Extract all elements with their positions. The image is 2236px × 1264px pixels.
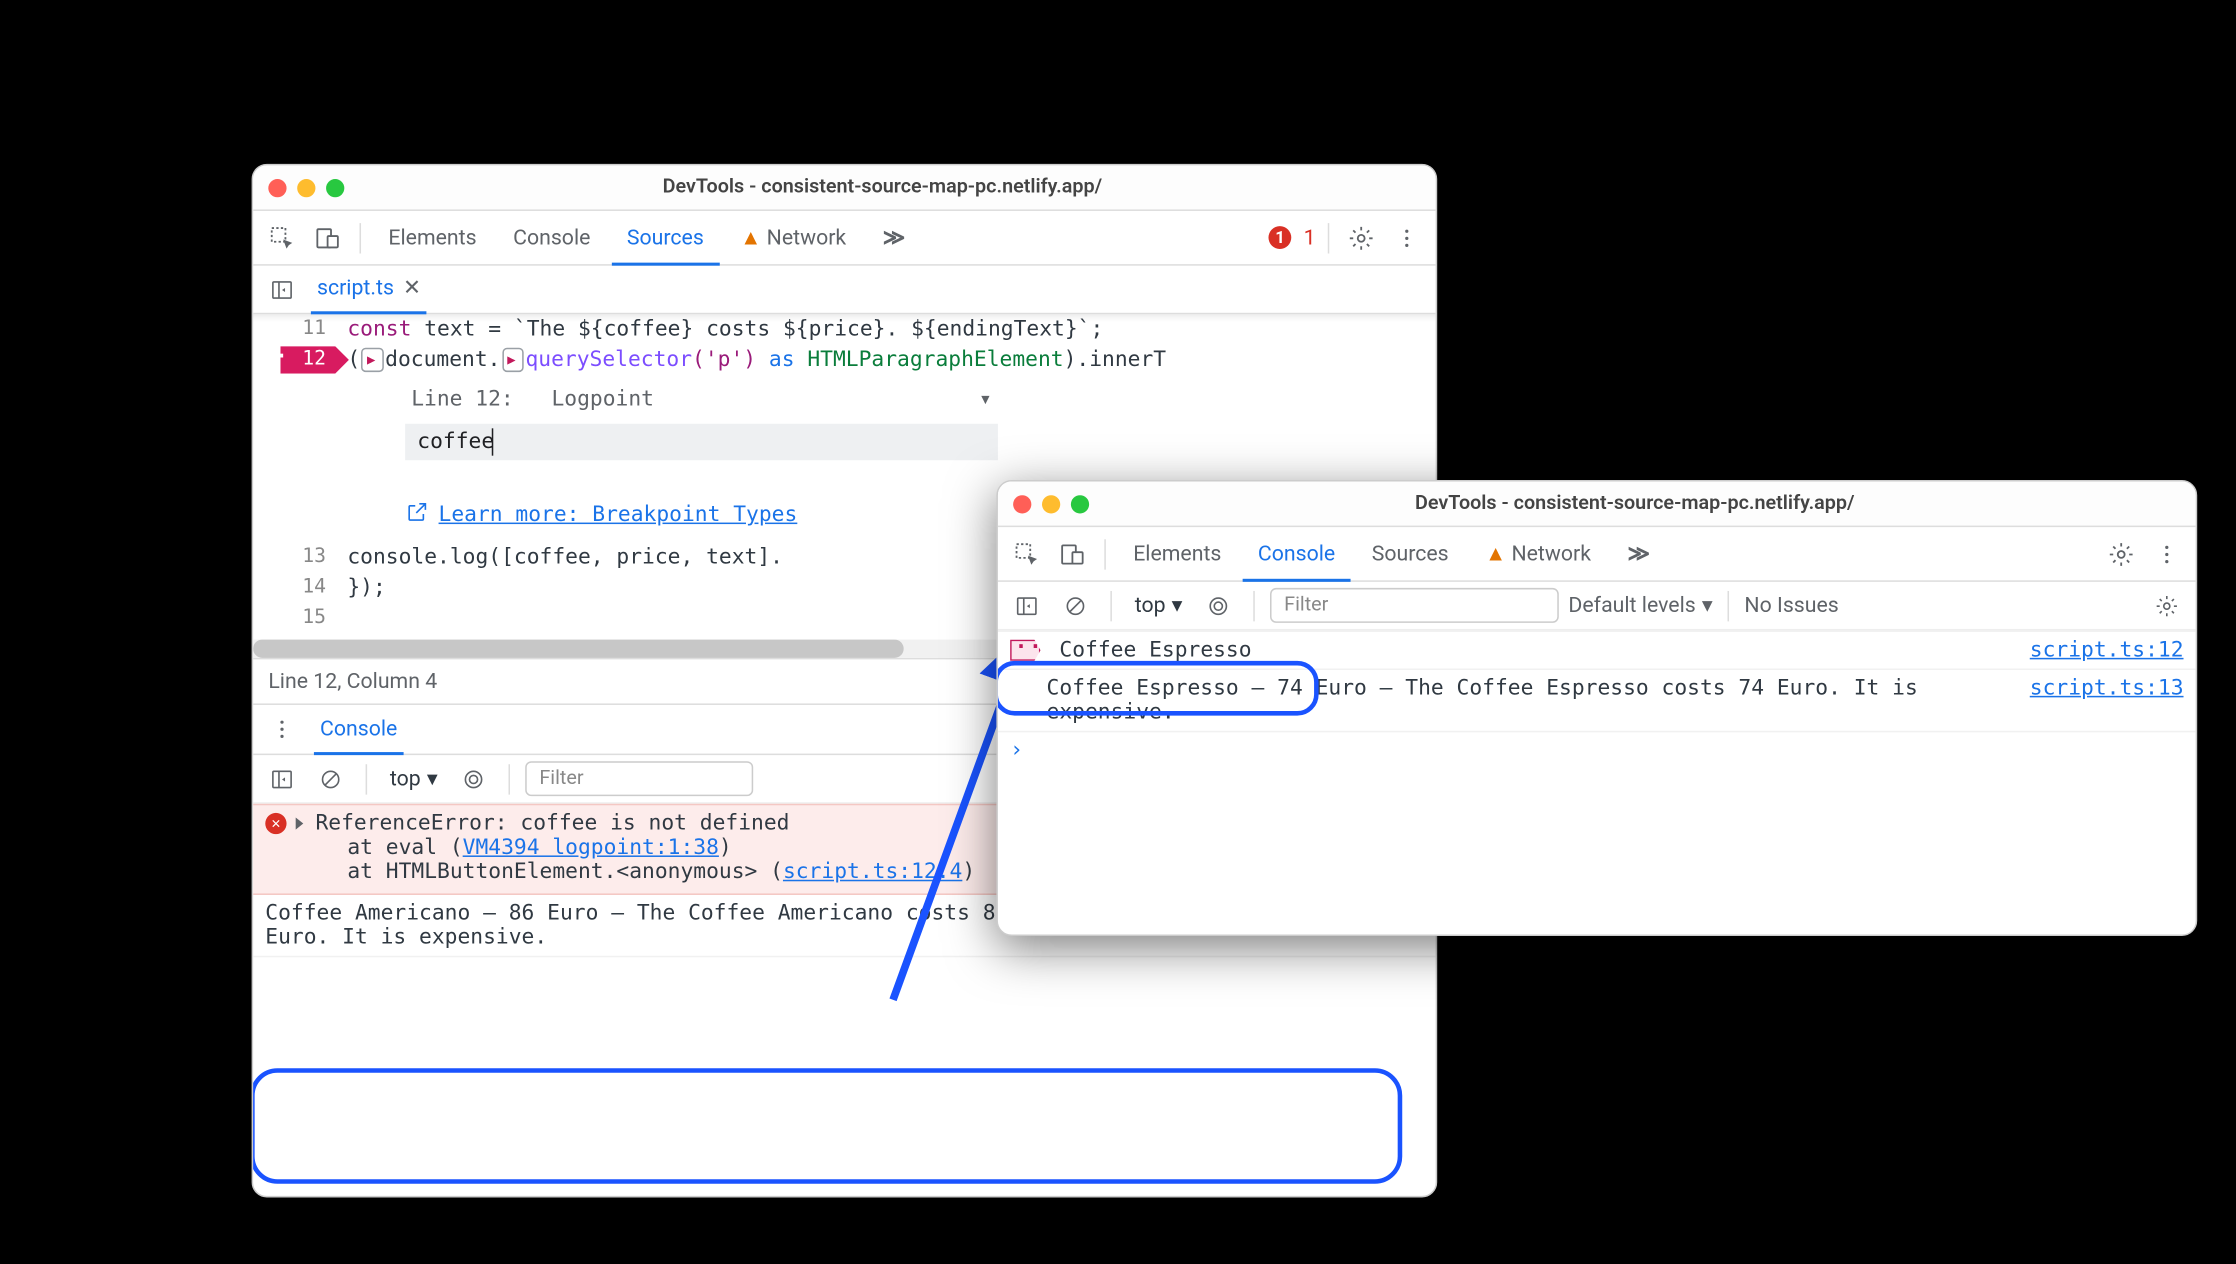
close-icon[interactable] — [268, 178, 286, 196]
kebab-icon[interactable] — [262, 710, 302, 750]
sidebar-toggle-icon[interactable] — [1007, 586, 1047, 626]
close-icon[interactable] — [1013, 494, 1031, 512]
filter-input[interactable]: Filter — [1270, 588, 1559, 623]
devtools-window-2: DevTools - consistent-source-map-pc.netl… — [996, 480, 2197, 936]
tab-sources[interactable]: Sources — [1356, 526, 1463, 581]
warning-icon: ▲ — [740, 225, 761, 249]
source-link[interactable]: script.ts:12 — [2030, 638, 2184, 662]
filter-input[interactable]: Filter — [526, 761, 754, 796]
kebab-icon[interactable] — [1387, 218, 1427, 258]
code-line-11: 11 const text = `The ${coffee} costs ${p… — [253, 314, 1436, 344]
window-title: DevTools - consistent-source-map-pc.netl… — [344, 176, 1420, 199]
tab-elements[interactable]: Elements — [373, 210, 492, 265]
console-logpoint-message: script.ts:12 Coffee Espresso — [998, 630, 2196, 670]
live-expression-icon[interactable] — [1199, 586, 1239, 626]
zoom-icon[interactable] — [326, 178, 344, 196]
inspect-icon[interactable] — [262, 218, 302, 258]
gear-icon[interactable] — [2101, 534, 2141, 574]
file-tabs: script.ts ✕ — [253, 266, 1436, 315]
tabs-overflow[interactable]: ≫ — [1612, 526, 1665, 581]
warning-icon: ▲ — [1485, 542, 1506, 566]
gear-icon[interactable] — [2147, 586, 2187, 626]
file-tab-script-ts[interactable]: script.ts ✕ — [311, 265, 427, 314]
tab-network[interactable]: ▲ Network — [725, 210, 861, 265]
chevron-down-icon: ▾ — [427, 767, 438, 791]
clear-console-icon[interactable] — [1056, 586, 1096, 626]
window-title: DevTools - consistent-source-map-pc.netl… — [1089, 492, 2180, 515]
chevron-down-icon: ▾ — [979, 387, 992, 411]
titlebar: DevTools - consistent-source-map-pc.netl… — [253, 165, 1436, 211]
device-icon[interactable] — [1053, 534, 1093, 574]
error-count-text: 1 — [1304, 225, 1316, 249]
logpoint-marker-icon[interactable]: 12 ·· — [253, 346, 347, 373]
error-icon: ✕ — [265, 813, 286, 834]
traffic-lights[interactable] — [1013, 494, 1089, 512]
context-selector[interactable]: top ▾ — [1127, 592, 1190, 619]
logpoint-type-select[interactable]: Line 12: Logpoint ▾ — [405, 384, 998, 414]
sidebar-toggle-icon[interactable] — [262, 759, 302, 799]
minimize-icon[interactable] — [1042, 494, 1060, 512]
learn-more-link[interactable]: Learn more: Breakpoint Types — [405, 500, 998, 530]
console-messages: script.ts:12 Coffee Espresso script.ts:1… — [998, 630, 2196, 768]
clear-console-icon[interactable] — [311, 759, 351, 799]
device-icon[interactable] — [308, 218, 348, 258]
tab-elements[interactable]: Elements — [1118, 526, 1237, 581]
chevron-down-icon: ▾ — [1172, 593, 1183, 617]
logpoint-badge-icon — [1010, 640, 1040, 661]
close-icon[interactable]: ✕ — [403, 263, 421, 312]
source-link[interactable]: script.ts:13 — [2030, 676, 2184, 700]
console-toolbar: top ▾ Filter Default levels ▾ No Issues — [998, 582, 2196, 631]
main-tabs: Elements Console Sources ▲ Network ≫ — [998, 527, 2196, 582]
expand-icon[interactable] — [296, 817, 304, 829]
gear-icon[interactable] — [1341, 218, 1381, 258]
traffic-lights[interactable] — [268, 178, 344, 196]
log-levels-select[interactable]: Default levels ▾ — [1568, 593, 1712, 617]
cursor-position: Line 12, Column 4 — [268, 669, 437, 693]
tab-console[interactable]: Console — [1243, 526, 1351, 581]
annotation-highlight-error — [252, 1068, 1403, 1184]
error-count-badge[interactable]: 1 — [1269, 226, 1292, 249]
zoom-icon[interactable] — [1071, 494, 1089, 512]
issues-label[interactable]: No Issues — [1744, 593, 1838, 617]
tabs-overflow[interactable]: ≫ — [868, 210, 921, 265]
tab-console[interactable]: Console — [498, 210, 606, 265]
console-prompt[interactable]: › — [998, 732, 2196, 768]
navigator-toggle-icon[interactable] — [262, 269, 302, 309]
logpoint-expression-input[interactable]: coffee — [405, 424, 998, 460]
kebab-icon[interactable] — [2147, 534, 2187, 574]
drawer-tab-console[interactable]: Console — [314, 703, 403, 755]
live-expression-icon[interactable] — [454, 759, 494, 799]
external-link-icon — [405, 500, 429, 530]
context-selector[interactable]: top ▾ — [382, 765, 445, 792]
code-line-12: 12 ·· 12 (▸document.▸querySelector('p') … — [253, 345, 1436, 375]
titlebar: DevTools - consistent-source-map-pc.netl… — [998, 482, 2196, 528]
inspect-icon[interactable] — [1007, 534, 1047, 574]
tab-sources[interactable]: Sources — [612, 210, 719, 265]
console-log: script.ts:13 Coffee Espresso – 74 Euro –… — [998, 670, 2196, 732]
minimize-icon[interactable] — [297, 178, 315, 196]
tab-network[interactable]: ▲ Network — [1470, 526, 1606, 581]
logpoint-editor: Line 12: Logpoint ▾ coffee Learn more: B… — [405, 384, 998, 530]
main-tabs: Elements Console Sources ▲ Network ≫ 1 1 — [253, 211, 1436, 266]
